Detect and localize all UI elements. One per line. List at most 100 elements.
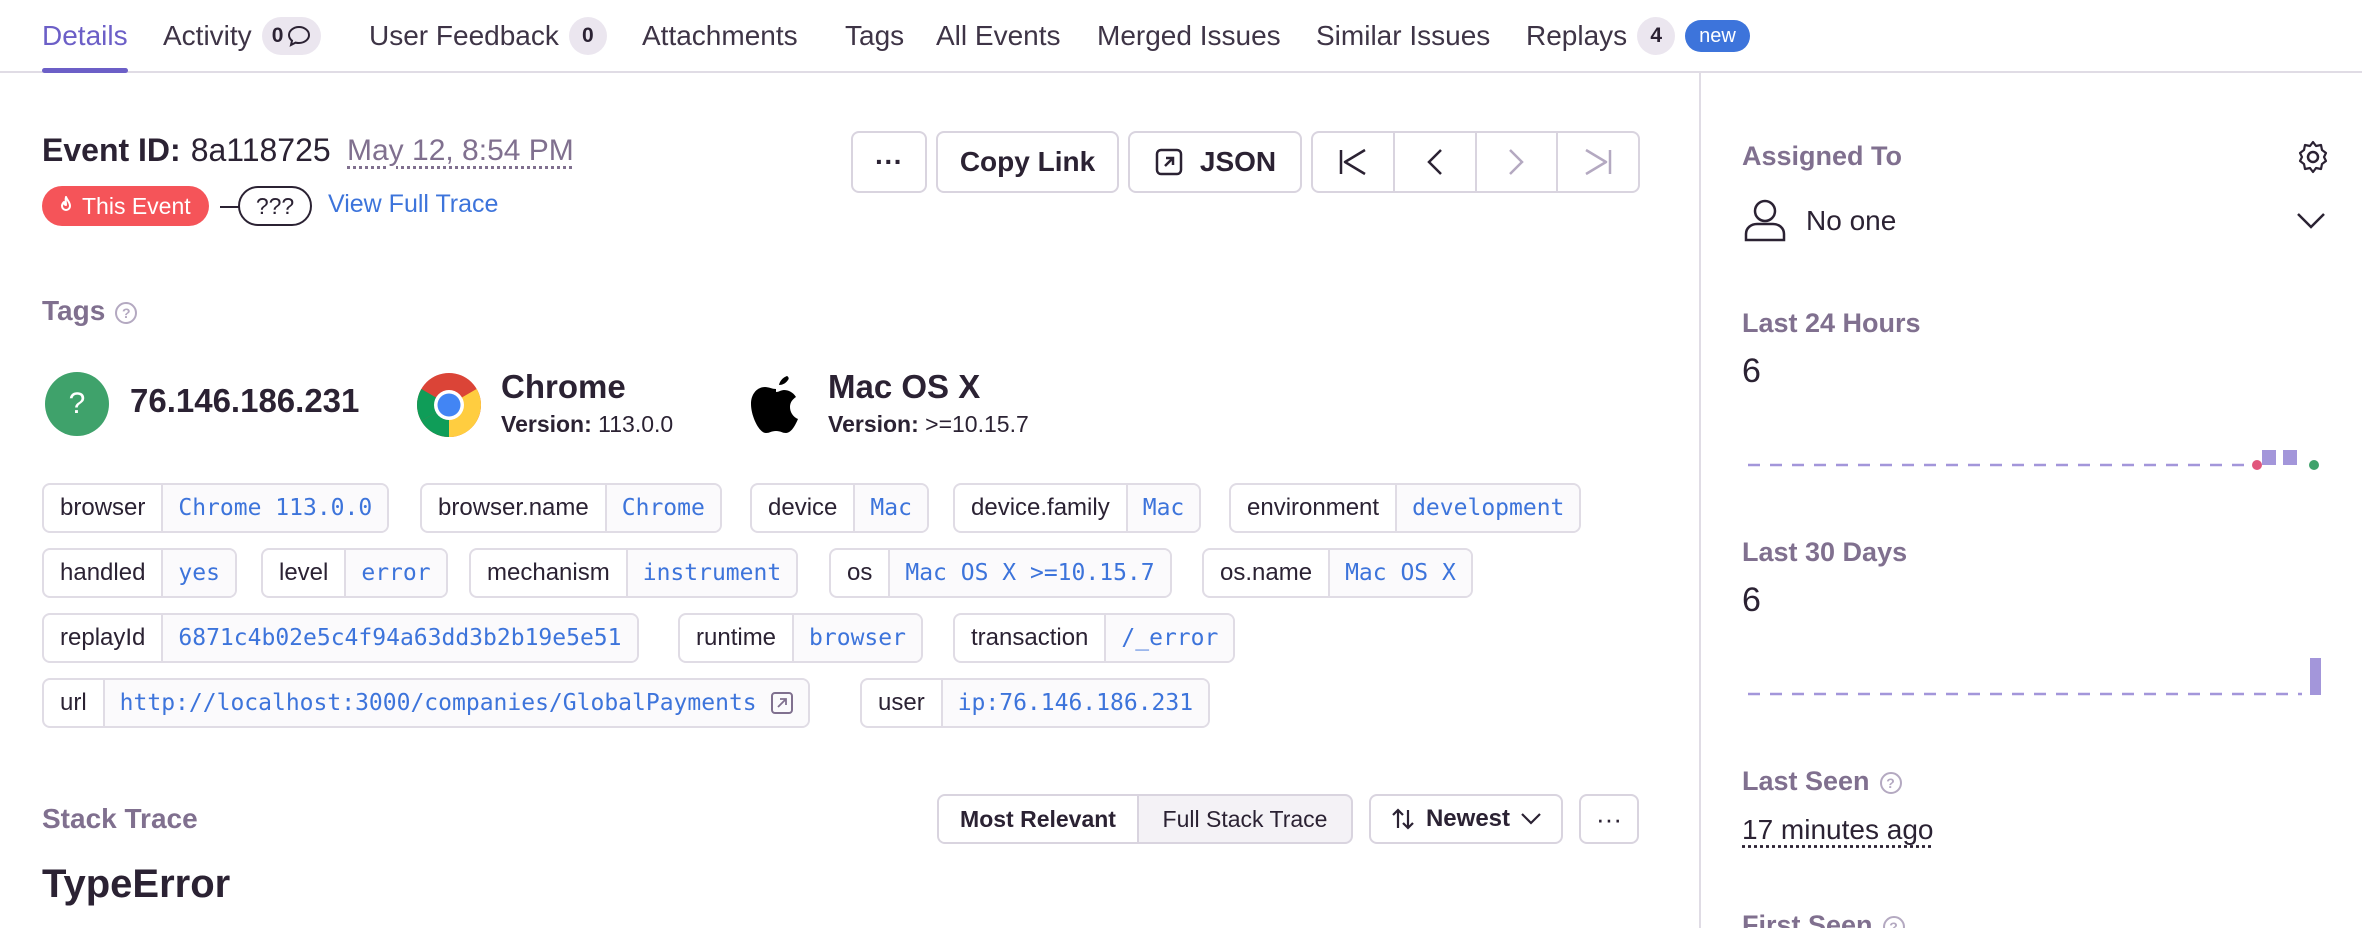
tab-label: Merged Issues — [1097, 20, 1281, 51]
last-event-button[interactable] — [1558, 133, 1638, 191]
first-seen-label: First Seen — [1742, 910, 1873, 928]
external-link-icon[interactable] — [770, 692, 793, 714]
tab-all-events[interactable]: All Events — [936, 0, 1061, 72]
tag-level[interactable]: level error — [261, 548, 448, 598]
next-event-button[interactable] — [1477, 133, 1559, 191]
tab-activity[interactable]: Activity 0 — [163, 0, 322, 72]
tab-similar-issues[interactable]: Similar Issues — [1316, 0, 1490, 72]
apple-icon — [751, 376, 798, 433]
tag-device-family[interactable]: device.family Mac — [953, 483, 1202, 533]
chart-bar — [2283, 450, 2297, 465]
last-seen-value[interactable]: 17 minutes ago — [1742, 814, 1933, 846]
tag-os[interactable]: os Mac OS X >=10.15.7 — [829, 548, 1172, 598]
context-os-version: Version: >=10.15.7 — [828, 411, 1029, 438]
feedback-count-badge: 0 — [568, 17, 607, 55]
tag-value[interactable]: yes — [163, 550, 235, 596]
trace-connector — [220, 206, 240, 208]
tag-value[interactable]: Mac — [1127, 485, 1200, 531]
tag-value[interactable]: ip:76.146.186.231 — [942, 680, 1209, 726]
chevron-right-icon — [1509, 149, 1525, 175]
tag-key: os — [831, 550, 891, 596]
tag-key: url — [44, 680, 105, 726]
tag-value[interactable]: browser — [794, 615, 921, 661]
sort-arrows-icon — [1392, 808, 1414, 830]
skip-last-icon — [1585, 148, 1612, 176]
tab-merged-issues[interactable]: Merged Issues — [1097, 0, 1281, 72]
assignee-name: No one — [1806, 205, 1897, 236]
first-seen-title: First Seen? — [1742, 910, 1905, 928]
context-browser-version: Version: 113.0.0 — [501, 411, 673, 438]
tag-mechanism[interactable]: mechanism instrument — [469, 548, 799, 598]
tag-key: mechanism — [471, 550, 628, 596]
tag-value[interactable]: 6871c4b02e5c4f94a63dd3b2b19e5e51 — [163, 615, 637, 661]
question-mark-icon: ? — [45, 372, 109, 436]
tag-os-name[interactable]: os.name Mac OS X — [1202, 548, 1473, 598]
tab-replays[interactable]: Replays 4 new — [1526, 0, 1750, 72]
tags-title-label: Tags — [42, 295, 106, 326]
copy-link-label: Copy Link — [959, 146, 1096, 177]
tag-runtime[interactable]: runtime browser — [678, 613, 923, 663]
chevron-down-icon — [1521, 813, 1541, 825]
tab-user-feedback[interactable]: User Feedback 0 — [369, 0, 607, 72]
tag-environment[interactable]: environment development — [1229, 483, 1582, 533]
view-full-trace-link[interactable]: View Full Trace — [328, 190, 498, 219]
tag-replay-id[interactable]: replayId 6871c4b02e5c4f94a63dd3b2b19e5e51 — [42, 613, 639, 663]
tag-value[interactable]: Chrome 113.0.0 — [163, 485, 388, 531]
sort-order-dropdown[interactable]: Newest — [1369, 794, 1563, 844]
tag-value[interactable]: /_error — [1106, 615, 1234, 661]
tab-details[interactable]: Details — [42, 0, 128, 73]
gear-icon[interactable] — [2295, 139, 2331, 175]
tag-value[interactable]: Mac OS X >=10.15.7 — [890, 550, 1170, 596]
release-marker — [2252, 460, 2262, 470]
tag-user[interactable]: user ip:76.146.186.231 — [860, 678, 1211, 728]
tag-value[interactable]: Mac OS X — [1330, 550, 1471, 596]
open-external-icon — [1155, 148, 1183, 176]
stack-more-button[interactable]: ··· — [1579, 794, 1639, 844]
trace-unknown-pill[interactable]: ??? — [238, 186, 312, 226]
tag-value[interactable]: instrument — [627, 550, 797, 596]
this-event-badge[interactable]: This Event — [42, 186, 209, 226]
tag-value[interactable]: error — [346, 550, 446, 596]
tag-value[interactable]: Mac — [855, 485, 927, 531]
new-badge: new — [1685, 20, 1750, 52]
tag-value[interactable]: development — [1397, 485, 1580, 531]
event-timestamp[interactable]: May 12, 8:54 PM — [347, 134, 574, 168]
help-icon[interactable]: ? — [115, 301, 138, 324]
tag-transaction[interactable]: transaction/_error — [953, 613, 1236, 663]
previous-event-button[interactable] — [1395, 133, 1477, 191]
help-icon[interactable]: ? — [1882, 915, 1905, 928]
exception-type: TypeError — [42, 862, 231, 906]
most-relevant-option[interactable]: Most Relevant — [939, 796, 1139, 842]
chart-bar — [2310, 658, 2321, 695]
chevron-down-icon — [2297, 213, 2325, 229]
tag-value[interactable]: http://localhost:3000/companies/GlobalPa… — [104, 680, 808, 726]
sidebar-divider — [1699, 73, 1701, 928]
copy-link-button[interactable]: Copy Link — [936, 131, 1119, 193]
tag-url[interactable]: url http://localhost:3000/companies/Globa… — [42, 678, 810, 728]
tag-key: browser — [44, 485, 164, 531]
last-30-days-count: 6 — [1742, 581, 1761, 619]
json-button[interactable]: JSON — [1128, 131, 1302, 193]
help-icon[interactable]: ? — [1879, 771, 1902, 794]
tags-section-title: Tags? — [42, 295, 138, 327]
tab-label: All Events — [936, 20, 1061, 51]
assigned-to-label: Assigned To — [1742, 141, 1903, 171]
tag-handled[interactable]: handled yes — [42, 548, 237, 598]
json-label: JSON — [1199, 146, 1277, 177]
stack-view-toggle: Most Relevant Full Stack Trace — [937, 794, 1353, 844]
tag-key: replayId — [44, 615, 164, 661]
tag-browser[interactable]: browser Chrome 113.0.0 — [42, 483, 390, 533]
first-event-button[interactable] — [1313, 133, 1395, 191]
ellipsis-icon: ··· — [1596, 803, 1622, 834]
tag-value[interactable]: Chrome — [606, 485, 720, 531]
tag-key: device.family — [955, 485, 1128, 531]
full-stack-trace-option[interactable]: Full Stack Trace — [1139, 796, 1351, 842]
tag-browser-name[interactable]: browser.name Chrome — [420, 483, 722, 533]
tab-attachments[interactable]: Attachments — [642, 0, 798, 72]
chart-bar — [2262, 450, 2276, 465]
tag-device[interactable]: device Mac — [750, 483, 929, 533]
tab-tags[interactable]: Tags — [845, 0, 904, 72]
tag-key: runtime — [680, 615, 795, 661]
last-24-hours-count: 6 — [1742, 352, 1761, 390]
more-actions-button[interactable]: ··· — [851, 131, 927, 193]
